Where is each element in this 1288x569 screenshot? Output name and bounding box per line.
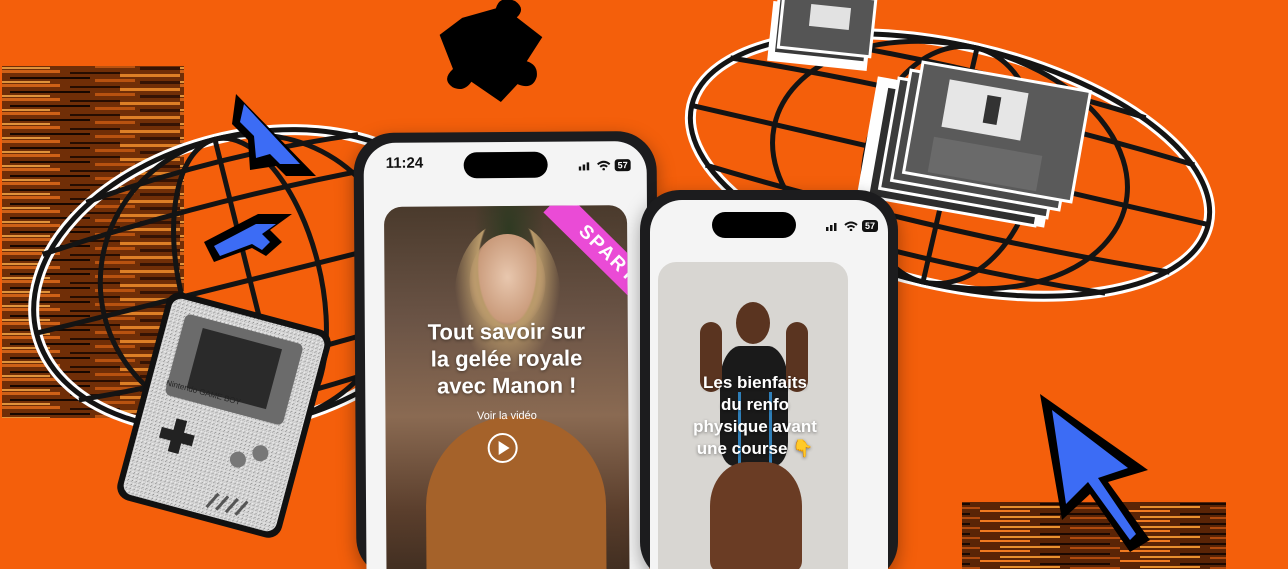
- video-card[interactable]: SPART Tout savoir sur la gelée royale av…: [383, 205, 630, 569]
- battery-indicator: 57: [614, 158, 631, 171]
- status-time: 11:24: [385, 154, 424, 172]
- person-legs: [710, 462, 802, 569]
- wifi-icon: [597, 155, 611, 174]
- watch-video-link[interactable]: Voir la vidéo: [385, 409, 628, 423]
- glitch-texture-right: [962, 502, 1226, 569]
- card-title: Tout savoir sur la gelée royale avec Man…: [427, 318, 586, 399]
- person-head: [736, 302, 770, 344]
- phone-screen-left: 11:24 57 SPART Tout savoir sur la gelée: [363, 141, 650, 569]
- signal-icon: [578, 155, 593, 174]
- phone-mockup-right: 57 Les bienfaits du renfo physique avant…: [640, 190, 898, 569]
- signal-icon: [825, 216, 840, 235]
- status-icons: 57: [825, 216, 878, 235]
- battery-indicator: 57: [861, 219, 878, 232]
- hero-illustration: 11:24 57 SPART Tout savoir sur la gelée: [0, 0, 1288, 569]
- dynamic-island: [463, 151, 548, 179]
- card-title: Les bienfaits du renfo physique avant un…: [693, 373, 817, 458]
- phone-mockup-left: 11:24 57 SPART Tout savoir sur la gelée: [353, 130, 660, 569]
- play-circle-icon[interactable]: [487, 432, 519, 464]
- wifi-icon: [844, 216, 858, 235]
- phone-screen-right: 57 Les bienfaits du renfo physique avant…: [650, 200, 888, 569]
- video-card[interactable]: Les bienfaits du renfo physique avant un…: [658, 262, 848, 569]
- status-icons: 57: [578, 155, 631, 174]
- floppy-disk-icon-top: [767, 0, 878, 72]
- dynamic-island: [712, 212, 796, 238]
